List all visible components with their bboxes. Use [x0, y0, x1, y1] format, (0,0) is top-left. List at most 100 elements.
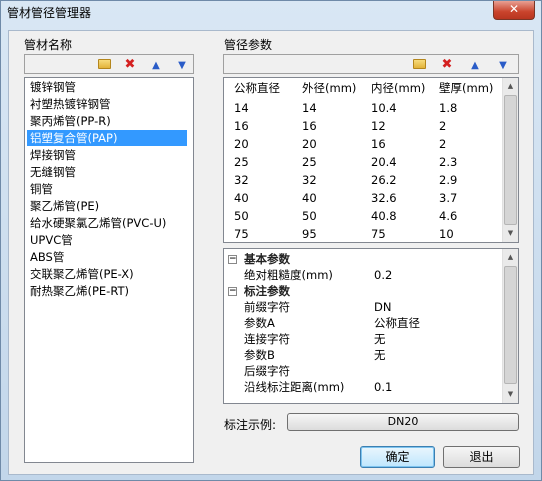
table-cell[interactable]: 25: [228, 154, 249, 171]
table-cell[interactable]: 75: [365, 226, 386, 242]
property-value[interactable]: 无: [374, 347, 386, 363]
table-cell[interactable]: 40.8: [365, 208, 397, 225]
list-item[interactable]: 聚丙烯管(PP-R): [27, 113, 191, 129]
property-row[interactable]: 沿线标注距离(mm) 0.1: [224, 379, 502, 395]
table-cell[interactable]: 14: [296, 100, 317, 117]
add-material-button[interactable]: [93, 56, 115, 72]
property-value[interactable]: 公称直径: [374, 315, 420, 331]
table-cell[interactable]: 75: [228, 226, 249, 242]
property-name: 参数B: [244, 348, 275, 362]
column-header[interactable]: 壁厚(mm): [433, 79, 493, 98]
list-item[interactable]: 镀锌钢管: [27, 79, 191, 95]
scroll-down-icon[interactable]: ▼: [503, 226, 518, 241]
move-down-material-button[interactable]: ▼: [171, 56, 193, 72]
move-down-param-button[interactable]: ▼: [492, 56, 514, 72]
basic-params-category[interactable]: − 基本参数: [224, 251, 502, 267]
table-cell[interactable]: 40: [296, 190, 317, 207]
scroll-up-icon[interactable]: ▲: [503, 79, 518, 94]
list-item[interactable]: 铝塑复合管(PAP): [27, 130, 187, 146]
table-cell[interactable]: 14: [228, 100, 249, 117]
table-cell[interactable]: 20.4: [365, 154, 397, 171]
list-item[interactable]: 交联聚乙烯管(PE-X): [27, 266, 191, 282]
close-button[interactable]: ✕: [493, 1, 535, 20]
property-value[interactable]: 0.2: [374, 267, 392, 283]
table-cell[interactable]: 50: [228, 208, 249, 225]
table-cell[interactable]: 16: [365, 136, 386, 153]
table-cell[interactable]: 1.8: [433, 100, 457, 117]
table-cell[interactable]: 32: [296, 172, 317, 189]
material-list[interactable]: 镀锌钢管 衬塑热镀锌钢管 聚丙烯管(PP-R) 铝塑复合管(PAP) 焊接钢管 无缝钢管铜…: [24, 77, 194, 463]
window-title: 管材管径管理器: [7, 6, 92, 20]
table-cell[interactable]: 2: [433, 118, 446, 135]
table-cell[interactable]: 2.3: [433, 154, 457, 171]
property-scrollbar[interactable]: ▲ ▼: [502, 249, 518, 403]
table-cell[interactable]: 16: [228, 118, 249, 135]
list-item[interactable]: 衬塑热镀锌钢管: [27, 96, 191, 112]
delete-material-button[interactable]: ✖: [119, 56, 141, 72]
list-item[interactable]: 聚乙烯管(PE): [27, 198, 191, 214]
pipe-params-label: 管径参数: [224, 38, 273, 52]
annotation-params-category[interactable]: − 标注参数: [224, 283, 502, 299]
table-cell[interactable]: 2: [433, 136, 446, 153]
list-item[interactable]: UPVC管: [27, 232, 191, 248]
table-cell[interactable]: 16: [296, 118, 317, 135]
property-grid[interactable]: ▲ ▼ − 基本参数 绝对粗糙度(mm) 0.2− 标注参数 前缀字符 DN 参数A 公称直径连…: [223, 248, 519, 404]
table-cell[interactable]: 25: [296, 154, 317, 171]
property-name: 后缀字符: [244, 364, 290, 378]
material-toolbar: ✖ ▲ ▼: [24, 54, 194, 74]
pipe-size-table[interactable]: ▲ ▼ 公称直径 外径(mm) 内径(mm) 壁厚(mm) 14 14 10.4 1.8 16 1…: [223, 77, 519, 243]
table-cell[interactable]: 40: [228, 190, 249, 207]
arrow-up-icon: ▲: [471, 60, 479, 71]
property-value[interactable]: 0.1: [374, 379, 392, 395]
property-row[interactable]: 前缀字符 DN: [224, 299, 502, 315]
column-header[interactable]: 外径(mm): [296, 79, 356, 98]
property-name: 参数A: [244, 316, 275, 330]
property-row[interactable]: 绝对粗糙度(mm) 0.2: [224, 267, 502, 283]
column-header[interactable]: 内径(mm): [365, 79, 425, 98]
pipe-manager-window: 管材管径管理器 ✕ 管材名称 ✖ ▲ ▼ 镀锌钢管 衬塑热镀锌钢管 聚丙烯管(PP-…: [0, 0, 542, 481]
table-cell[interactable]: 12: [365, 118, 386, 135]
property-value[interactable]: DN: [374, 299, 391, 315]
table-cell[interactable]: 10: [433, 226, 454, 242]
table-cell[interactable]: 10.4: [365, 100, 397, 117]
list-item[interactable]: 焊接钢管: [27, 147, 191, 163]
collapse-icon[interactable]: −: [228, 287, 237, 296]
add-param-button[interactable]: [408, 56, 430, 72]
property-row[interactable]: 后缀字符: [224, 363, 502, 379]
property-value[interactable]: 无: [374, 331, 386, 347]
table-cell[interactable]: 26.2: [365, 172, 397, 189]
collapse-icon[interactable]: −: [228, 255, 237, 264]
arrow-down-icon: ▼: [499, 60, 507, 71]
table-cell[interactable]: 32.6: [365, 190, 397, 207]
property-row[interactable]: 参数B 无: [224, 347, 502, 363]
title-bar[interactable]: 管材管径管理器 ✕: [1, 1, 541, 23]
example-label: 标注示例:: [224, 418, 277, 432]
table-cell[interactable]: 95: [296, 226, 317, 242]
delete-param-button[interactable]: ✖: [436, 56, 458, 72]
list-item[interactable]: 无缝钢管: [27, 164, 191, 180]
scroll-thumb[interactable]: [504, 95, 517, 225]
table-cell[interactable]: 32: [228, 172, 249, 189]
scroll-up-icon[interactable]: ▲: [503, 250, 518, 265]
list-item[interactable]: 铜管: [27, 181, 191, 197]
table-cell[interactable]: 2.9: [433, 172, 457, 189]
table-cell[interactable]: 3.7: [433, 190, 457, 207]
table-cell[interactable]: 20: [228, 136, 249, 153]
table-cell[interactable]: 4.6: [433, 208, 457, 225]
column-header[interactable]: 公称直径: [228, 79, 280, 98]
property-row[interactable]: 参数A 公称直径: [224, 315, 502, 331]
table-scrollbar[interactable]: ▲ ▼: [502, 78, 518, 242]
property-row[interactable]: 连接字符 无: [224, 331, 502, 347]
list-item[interactable]: 给水硬聚氯乙烯管(PVC-U): [27, 215, 191, 231]
list-item[interactable]: ABS管: [27, 249, 191, 265]
table-cell[interactable]: 20: [296, 136, 317, 153]
table-cell[interactable]: 50: [296, 208, 317, 225]
list-item[interactable]: 耐热聚乙烯(PE-RT): [27, 283, 191, 299]
ok-button[interactable]: 确定: [360, 446, 435, 468]
scroll-down-icon[interactable]: ▼: [503, 387, 518, 402]
move-up-param-button[interactable]: ▲: [464, 56, 486, 72]
exit-button[interactable]: 退出: [443, 446, 520, 468]
scroll-thumb[interactable]: [504, 266, 517, 384]
arrow-up-icon: ▲: [152, 60, 160, 71]
move-up-material-button[interactable]: ▲: [145, 56, 167, 72]
